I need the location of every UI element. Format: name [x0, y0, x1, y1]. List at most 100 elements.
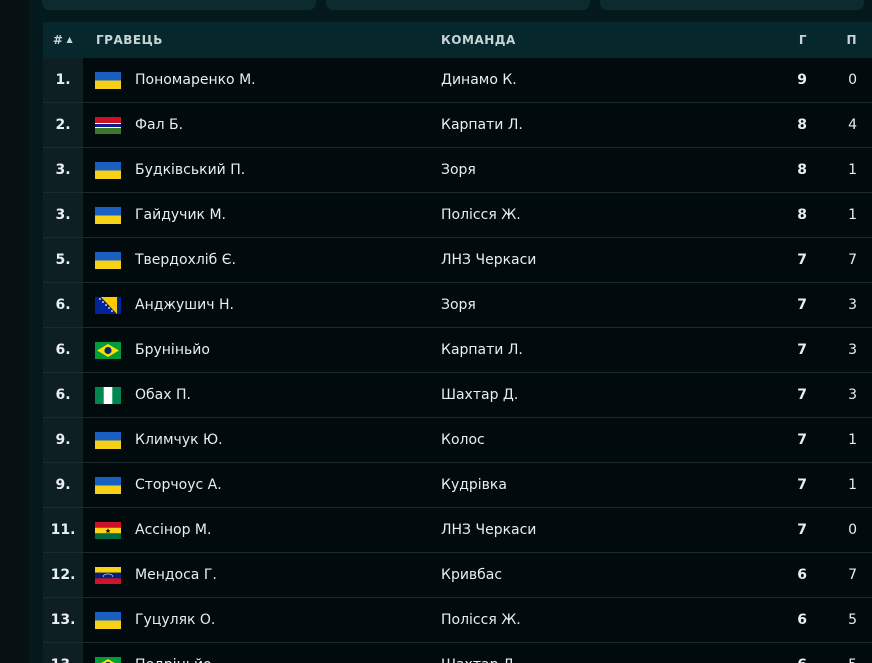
team-name-link[interactable]: Полісся Ж.: [441, 207, 741, 223]
goals-cell: 7: [797, 297, 807, 313]
player-name-link[interactable]: Обах П.: [135, 387, 441, 403]
goals-cell: 7: [797, 432, 807, 448]
team-name-link[interactable]: Динамо К.: [441, 72, 741, 88]
player-name-link[interactable]: Гайдучик М.: [135, 207, 441, 223]
player-name-link[interactable]: Педріньйо: [135, 657, 441, 663]
goals-cell: 8: [797, 117, 807, 133]
table-row[interactable]: 1. Пономаренко М. Динамо К. 9 0: [43, 58, 872, 103]
scorers-table: # ▲ ГРАВЕЦЬ КОМАНДА Г П 1. Пономаренко М. Д…: [43, 22, 872, 663]
player-name-link[interactable]: Сторчоус А.: [135, 477, 441, 493]
table-row[interactable]: 9. Сторчоус А. Кудрівка 7 1: [43, 463, 872, 508]
goals-cell: 7: [797, 387, 807, 403]
rank-cell: 13.: [43, 643, 83, 663]
rank-cell: 6.: [43, 283, 83, 327]
team-name-link[interactable]: Полісся Ж.: [441, 612, 741, 628]
goals-cell: 7: [797, 252, 807, 268]
player-name-link[interactable]: Бруніньйо: [135, 342, 441, 358]
team-name-link[interactable]: Зоря: [441, 162, 741, 178]
brazil-flag-icon: [83, 341, 135, 359]
table-row[interactable]: 6. Обах П. Шахтар Д. 7 3: [43, 373, 872, 418]
ghana-flag-icon: [83, 521, 135, 539]
table-row[interactable]: 12. Мендоса Г. Кривбас 6 7: [43, 553, 872, 598]
team-name-link[interactable]: ЛНЗ Черкаси: [441, 252, 741, 268]
player-name-link[interactable]: Твердохліб Є.: [135, 252, 441, 268]
table-row[interactable]: 3. Будківський П. Зоря 8 1: [43, 148, 872, 193]
table-row[interactable]: 5. Твердохліб Є. ЛНЗ Черкаси 7 7: [43, 238, 872, 283]
rank-cell: 12.: [43, 553, 83, 597]
ukraine-flag-icon: [83, 161, 135, 179]
goals-cell: 6: [741, 657, 807, 663]
filter-tile-3[interactable]: [600, 0, 864, 10]
rank-cell: 9.: [43, 463, 83, 507]
player-column-header[interactable]: ГРАВЕЦЬ: [83, 33, 441, 47]
team-name-link[interactable]: Карпати Л.: [441, 342, 741, 358]
assists-cell: 7: [848, 567, 857, 583]
table-row[interactable]: 6. Бруніньйо Карпати Л. 7 3: [43, 328, 872, 373]
table-row[interactable]: 2. Фал Б. Карпати Л. 8 4: [43, 103, 872, 148]
table-row[interactable]: 13. Гуцуляк О. Полісся Ж. 6 5: [43, 598, 872, 643]
player-name-link[interactable]: Будківський П.: [135, 162, 441, 178]
assists-cell: 5: [807, 657, 857, 663]
rank-cell: 1.: [43, 58, 83, 102]
goals-cell: 9: [797, 72, 807, 88]
assists-cell: 0: [848, 522, 857, 538]
goals-cell: 6: [797, 612, 807, 628]
rank-cell: 6.: [43, 328, 83, 372]
table-row[interactable]: 3. Гайдучик М. Полісся Ж. 8 1: [43, 193, 872, 238]
bosnia-flag-icon: [83, 296, 135, 314]
ukraine-flag-icon: [83, 431, 135, 449]
team-name-link[interactable]: Шахтар Д.: [441, 387, 741, 403]
team-name-link[interactable]: Кривбас: [441, 567, 741, 583]
assists-cell: 1: [848, 432, 857, 448]
brazil-flag-icon: [83, 656, 135, 663]
rank-column-header[interactable]: # ▲: [43, 22, 83, 58]
assists-cell: 7: [848, 252, 857, 268]
rank-cell: 9.: [43, 418, 83, 462]
goals-column-header[interactable]: Г: [741, 33, 807, 47]
assists-cell: 5: [848, 612, 857, 628]
nigeria-flag-icon: [83, 386, 135, 404]
ukraine-flag-icon: [83, 476, 135, 494]
assists-cell: 3: [848, 387, 857, 403]
team-name-link[interactable]: Шахтар Д.: [441, 657, 741, 663]
filter-tile-2[interactable]: [326, 0, 590, 10]
goals-cell: 7: [797, 522, 807, 538]
goals-cell: 6: [797, 567, 807, 583]
table-header: # ▲ ГРАВЕЦЬ КОМАНДА Г П: [43, 22, 872, 58]
goals-cell: 8: [797, 162, 807, 178]
filter-tile-1[interactable]: [42, 0, 316, 10]
table-row[interactable]: 6. Анджушич Н. Зоря 7 3: [43, 283, 872, 328]
rank-cell: 3.: [43, 193, 83, 237]
table-body: 1. Пономаренко М. Динамо К. 9 0 2. Фал Б. Карпа…: [43, 58, 872, 663]
ukraine-flag-icon: [83, 611, 135, 629]
table-row[interactable]: 9. Климчук Ю. Колос 7 1: [43, 418, 872, 463]
player-name-link[interactable]: Анджушич Н.: [135, 297, 441, 313]
rank-cell: 13.: [43, 598, 83, 642]
team-name-link[interactable]: Кудрівка: [441, 477, 741, 493]
rank-cell: 3.: [43, 148, 83, 192]
assists-cell: 3: [848, 297, 857, 313]
assists-cell: 1: [848, 162, 857, 178]
player-name-link[interactable]: Мендоса Г.: [135, 567, 441, 583]
assists-column-header[interactable]: П: [807, 33, 857, 47]
table-row[interactable]: 11. Ассінор М. ЛНЗ Черкаси 7 0: [43, 508, 872, 553]
ukraine-flag-icon: [83, 206, 135, 224]
team-name-link[interactable]: ЛНЗ Черкаси: [441, 522, 741, 538]
player-name-link[interactable]: Фал Б.: [135, 117, 441, 133]
gambia-flag-icon: [83, 116, 135, 134]
venezuela-flag-icon: [83, 566, 135, 584]
team-name-link[interactable]: Колос: [441, 432, 741, 448]
ukraine-flag-icon: [83, 71, 135, 89]
team-name-link[interactable]: Карпати Л.: [441, 117, 741, 133]
goals-cell: 7: [797, 477, 807, 493]
player-name-link[interactable]: Ассінор М.: [135, 522, 441, 538]
player-name-link[interactable]: Пономаренко М.: [135, 72, 441, 88]
assists-cell: 0: [848, 72, 857, 88]
left-sidebar-strip: [0, 0, 29, 663]
team-name-link[interactable]: Зоря: [441, 297, 741, 313]
team-column-header[interactable]: КОМАНДА: [441, 33, 741, 47]
assists-cell: 1: [848, 477, 857, 493]
table-row[interactable]: 13. ПедріньйоШахтар Д.65: [43, 643, 872, 663]
player-name-link[interactable]: Гуцуляк О.: [135, 612, 441, 628]
player-name-link[interactable]: Климчук Ю.: [135, 432, 441, 448]
